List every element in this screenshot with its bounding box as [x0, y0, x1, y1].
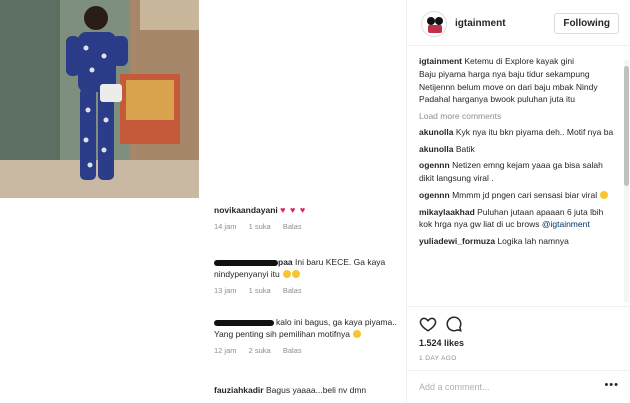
- load-more-comments-link[interactable]: Load more comments: [419, 110, 615, 123]
- comment-time: 13 jam: [214, 285, 237, 295]
- left-comment-1: novikaandayani ♥ ♥ ♥ 14 jam 1 suka Balas: [214, 204, 402, 233]
- reply-button[interactable]: Balas: [283, 286, 302, 295]
- left-comment-3: kalo ini bagus, ga kaya piyama.. Yang pe…: [214, 316, 402, 357]
- left-comment-4: fauziahkadir Bagus yaaaa...beli nv dmn: [214, 384, 402, 396]
- comment-likes[interactable]: 1 suka: [249, 222, 271, 231]
- post-caption: igtainment Ketemu di Explore kayak gini …: [419, 55, 615, 106]
- hearts-emoji: ♥ ♥ ♥: [280, 205, 307, 215]
- avatar-logo-icon: [422, 12, 446, 36]
- comment-username[interactable]: yuliadewi_formuza: [419, 236, 495, 246]
- comment-username[interactable]: akunolla: [419, 144, 453, 154]
- comment-text: Bagus yaaaa...beli nv dmn: [265, 385, 367, 395]
- post-photo[interactable]: [0, 0, 199, 198]
- comment-meta: 13 jam 1 suka Balas: [214, 286, 402, 297]
- comment-item: ogennn Netizen emng kejam yaaa ga bisa s…: [419, 159, 615, 185]
- comment-username[interactable]: fauziahkadir: [214, 385, 264, 395]
- comment-username-suffix[interactable]: paa: [278, 257, 293, 267]
- post-author-username[interactable]: igtainment: [455, 18, 506, 29]
- post-actions: 1.524 likes 1 DAY AGO: [407, 306, 630, 376]
- comments-scrollbar[interactable]: [624, 60, 629, 302]
- reply-button[interactable]: Balas: [283, 222, 302, 231]
- comment-username[interactable]: novikaandayani: [214, 205, 278, 215]
- mention-link[interactable]: @igtainment: [542, 219, 590, 229]
- reply-button[interactable]: Balas: [283, 346, 302, 355]
- smile-emoji-icon: [353, 330, 362, 339]
- post-side-panel: igtainment Following igtainment Ketemu d…: [406, 0, 630, 403]
- comment-text: Mmmm jd pngen cari sensasi biar viral: [452, 189, 598, 200]
- comment-item: mikaylaakhad Puluhan jutaan apaaan 6 jut…: [419, 206, 615, 232]
- more-options-icon[interactable]: •••: [604, 379, 619, 391]
- left-comment-2: paa Ini baru KECE. Ga kaya nindypenyanyi…: [214, 256, 402, 297]
- comment-likes[interactable]: 2 suka: [249, 346, 271, 355]
- add-comment-input[interactable]: [419, 380, 589, 394]
- comment-username[interactable]: akunolla: [419, 127, 453, 137]
- post-date: 1 DAY AGO: [419, 355, 457, 362]
- laughing-emoji-icon: [292, 270, 301, 279]
- comment-item: yuliadewi_formuza Logika lah namnya: [419, 235, 615, 248]
- comment-meta: 12 jam 2 suka Balas: [214, 346, 402, 357]
- comment-username[interactable]: ogennn: [419, 190, 450, 200]
- comment-time: 14 jam: [214, 222, 237, 232]
- post-header: igtainment Following: [407, 0, 630, 46]
- avatar[interactable]: [421, 11, 447, 37]
- redacted-username: [214, 320, 274, 326]
- post-photo-illustration: [0, 0, 199, 198]
- comment-time: 12 jam: [214, 345, 237, 355]
- likes-count[interactable]: 1.524 likes: [419, 338, 464, 348]
- grin-emoji-icon: [600, 190, 609, 199]
- comment-meta: 14 jam 1 suka Balas: [214, 222, 402, 233]
- comment-item: ogennn Mmmm jd pngen cari sensasi biar v…: [419, 189, 615, 202]
- comment-username[interactable]: mikaylaakhad: [419, 207, 475, 217]
- comment-icon[interactable]: [445, 315, 463, 333]
- add-comment-bar: •••: [407, 370, 630, 403]
- comment-likes[interactable]: 1 suka: [249, 286, 271, 295]
- caption-line: Netijennn belum move on dari baju mbak N…: [419, 81, 598, 92]
- comment-item: akunolla Kyk nya itu bkn piyama deh.. Mo…: [419, 126, 615, 139]
- following-button[interactable]: Following: [554, 13, 619, 34]
- comment-text: Kyk nya itu bkn piyama deh.. Motif nya b…: [455, 126, 614, 137]
- laughing-emoji-icon: [283, 270, 292, 279]
- caption-line: Baju piyama harga nya baju tidur sekampu…: [419, 68, 590, 79]
- redacted-username: [214, 260, 278, 266]
- comment-username[interactable]: ogennn: [419, 160, 450, 170]
- caption-username[interactable]: igtainment: [419, 56, 462, 66]
- comments-scroll-area[interactable]: igtainment Ketemu di Explore kayak gini …: [419, 55, 615, 305]
- heart-icon[interactable]: [419, 315, 437, 333]
- comment-text: Batik: [455, 143, 475, 154]
- scrollbar-thumb[interactable]: [624, 66, 629, 186]
- caption-line: Padahal harganya bwook puluhan juta itu: [419, 94, 575, 105]
- comment-item: akunolla Batik: [419, 143, 615, 156]
- comment-text: Logika lah namnya: [497, 236, 569, 246]
- caption-line: Ketemu di Explore kayak gini: [464, 56, 574, 66]
